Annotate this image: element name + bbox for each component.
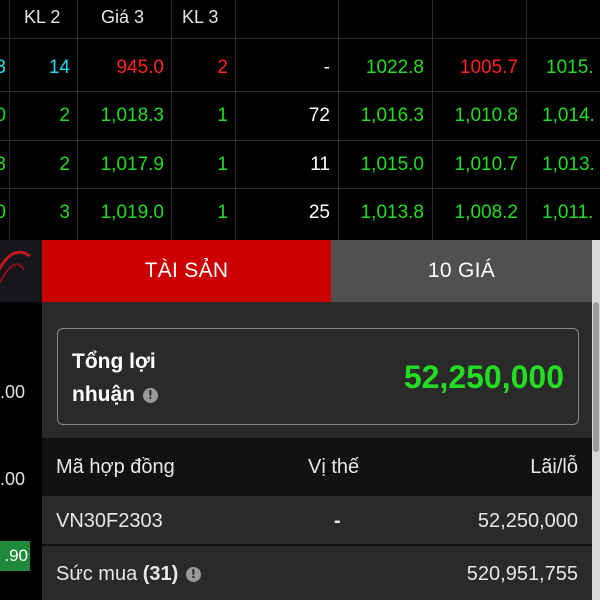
contract-code: VN30F2303 [56, 509, 163, 532]
header-position: Vị thế [308, 455, 360, 478]
scrollbar-thumb[interactable] [593, 302, 599, 452]
cell-col0: 0 [0, 105, 6, 126]
total-profit-label: Tổng lợi nhuận ! [72, 345, 192, 411]
header-pnl: Lãi/lỗ [530, 455, 578, 478]
cell-col0: 3 [0, 57, 6, 78]
header-kl3: KL 3 [182, 7, 219, 27]
cell-col0: 3 [0, 154, 6, 175]
cell-gia3: 1,019.0 [100, 202, 164, 223]
cell-price3: 1,013. [542, 154, 595, 175]
cell-kl3: 2 [217, 57, 228, 78]
header-contract-code: Mã hợp đồng [56, 455, 175, 478]
buying-power-count: (31) [142, 562, 179, 585]
logo-swirl-icon [0, 250, 31, 285]
cell-price2: 1,010.7 [454, 154, 518, 175]
cell-price3: 1,014. [542, 105, 595, 126]
cell-kl2: 2 [59, 154, 70, 175]
market-header-row: KL 2 Giá 3 KL 3 [0, 0, 600, 38]
cell-price2: 1,010.8 [454, 105, 518, 126]
left-price-value: .00 [0, 382, 26, 402]
cell-price1: 1022.8 [365, 57, 424, 78]
cell-price2: 1005.7 [459, 57, 518, 78]
market-row[interactable]: 3 2 1,017.9 1 11 1,015.0 1,010.7 1,013. [0, 141, 600, 189]
price-badge: .90 [0, 541, 30, 571]
cell-volume: 11 [310, 154, 330, 175]
cell-price1: 1,013.8 [360, 202, 424, 223]
buying-power-row: Sức mua (31) ! 520,951,755 [42, 548, 592, 600]
cell-gia3: 1,018.3 [100, 105, 164, 126]
tab-assets[interactable]: TÀI SẢN [42, 240, 331, 302]
cell-kl2: 3 [59, 202, 70, 223]
contracts-header: Mã hợp đồng Vị thế Lãi/lỗ [42, 438, 592, 496]
logo-fragment [0, 240, 42, 302]
contract-row[interactable]: VN30F2303 - 52,250,000 [42, 498, 592, 546]
row-divider [0, 38, 600, 39]
header-kl2: KL 2 [24, 7, 61, 27]
cell-kl3: 1 [217, 105, 228, 126]
cell-price1: 1,016.3 [360, 105, 424, 126]
cell-price2: 1,008.2 [454, 202, 518, 223]
cell-kl2: 2 [59, 105, 70, 126]
cell-price1: 1,015.0 [360, 154, 424, 175]
market-row[interactable]: 0 3 1,019.0 1 25 1,013.8 1,008.2 1,011. [0, 189, 600, 237]
panel-scrollbar[interactable] [592, 240, 600, 600]
cell-gia3: 1,017.9 [100, 154, 164, 175]
tab-ten-prices[interactable]: 10 GIÁ [331, 240, 592, 302]
cell-kl3: 1 [217, 202, 228, 223]
cell-volume: - [323, 57, 330, 78]
left-price-value: .00 [0, 469, 26, 489]
cell-kl2: 14 [48, 57, 70, 78]
buying-power-value: 520,951,755 [466, 562, 578, 585]
buying-power-label-text: Sức mua [56, 562, 138, 585]
panel-tabs: TÀI SẢN 10 GIÁ [42, 240, 592, 302]
market-depth-table: KL 2 Giá 3 KL 3 3 14 945.0 2 - 1022.8 10… [0, 0, 600, 240]
cell-kl3: 1 [217, 154, 228, 175]
market-row[interactable]: 0 2 1,018.3 1 72 1,016.3 1,010.8 1,014. [0, 92, 600, 140]
info-icon[interactable]: ! [142, 387, 158, 403]
contract-position: - [334, 509, 341, 532]
cell-volume: 25 [308, 202, 330, 223]
buying-power-label: Sức mua (31) ! [56, 548, 201, 600]
total-profit-card: Tổng lợi nhuận ! 52,250,000 [57, 328, 579, 425]
cell-price3: 1015. [546, 57, 594, 78]
header-gia3: Giá 3 [101, 7, 145, 27]
contract-pnl: 52,250,000 [477, 509, 578, 532]
info-icon[interactable]: ! [185, 566, 201, 582]
total-profit-value: 52,250,000 [403, 359, 564, 395]
cell-gia3: 945.0 [116, 57, 164, 78]
assets-panel: TÀI SẢN 10 GIÁ Tổng lợi nhuận ! 52,250,0… [42, 240, 592, 600]
cell-volume: 72 [308, 105, 330, 126]
market-row[interactable]: 3 14 945.0 2 - 1022.8 1005.7 1015. [0, 44, 600, 92]
cell-col0: 0 [0, 202, 6, 223]
left-price-strip: .00 .00 .90 [0, 240, 42, 600]
cell-price3: 1,011. [542, 202, 594, 223]
